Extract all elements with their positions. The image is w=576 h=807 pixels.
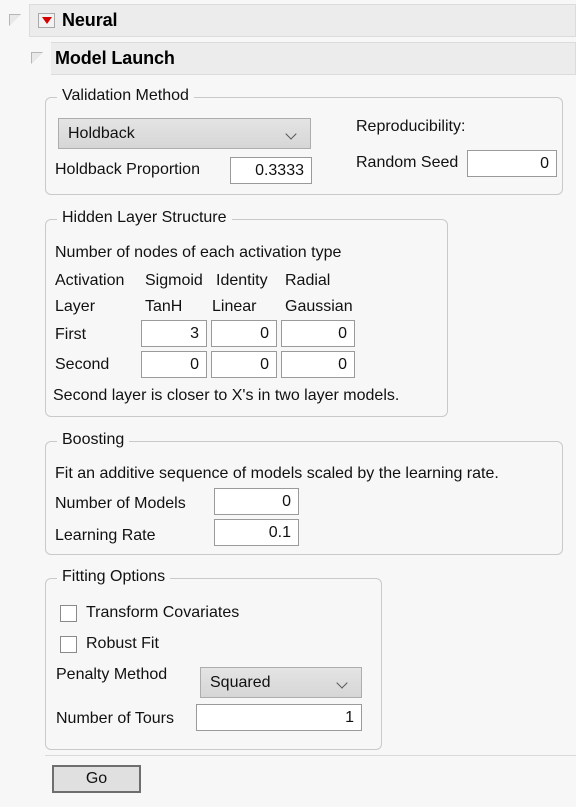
col-header-radial: Radial xyxy=(285,272,331,289)
holdback-proportion-label: Holdback Proportion xyxy=(55,161,200,178)
outliner-neural[interactable]: Neural xyxy=(0,4,576,37)
chevron-down-icon xyxy=(284,129,302,139)
validation-method-value: Holdback xyxy=(68,124,135,142)
number-of-tours-label: Number of Tours xyxy=(56,710,174,727)
checkbox-box-icon xyxy=(60,635,77,653)
row-label-first: First xyxy=(55,326,87,343)
transform-covariates-checkbox[interactable]: Transform Covariates xyxy=(60,604,239,622)
first-layer-tanh-input[interactable]: 3 xyxy=(141,320,207,347)
red-triangle-menu-icon[interactable] xyxy=(38,13,55,28)
penalty-method-select[interactable]: Squared xyxy=(200,667,362,698)
col-header-identity: Identity xyxy=(216,272,268,289)
col-header-tanh: TanH xyxy=(145,298,183,315)
learning-rate-label: Learning Rate xyxy=(55,527,156,544)
neural-title-bar: Neural xyxy=(29,4,576,37)
first-layer-linear-input[interactable]: 0 xyxy=(211,320,277,347)
footer-divider xyxy=(45,755,576,756)
number-of-tours-input[interactable]: 1 xyxy=(196,704,362,731)
col-header-linear: Linear xyxy=(212,298,257,315)
hidden-layer-description: Number of nodes of each activation type xyxy=(55,244,342,261)
robust-fit-label: Robust Fit xyxy=(86,635,159,652)
model-launch-title: Model Launch xyxy=(55,48,175,68)
model-launch-title-bar: Model Launch xyxy=(51,42,576,75)
number-of-models-label: Number of Models xyxy=(55,495,186,512)
transform-covariates-label: Transform Covariates xyxy=(86,604,240,621)
penalty-method-value: Squared xyxy=(210,673,271,691)
random-seed-label: Random Seed xyxy=(356,154,459,171)
holdback-proportion-input[interactable]: 0.3333 xyxy=(230,157,312,184)
col-header-sigmoid: Sigmoid xyxy=(145,272,203,289)
learning-rate-input[interactable]: 0.1 xyxy=(214,519,299,546)
reproducibility-label: Reproducibility: xyxy=(356,118,466,135)
boosting-description: Fit an additive sequence of models scale… xyxy=(55,465,499,482)
row-label-second: Second xyxy=(55,356,110,373)
fitting-options-legend: Fitting Options xyxy=(57,568,171,586)
disclosure-triangle-model-launch-icon[interactable] xyxy=(31,52,44,65)
second-layer-gaussian-input[interactable]: 0 xyxy=(281,351,355,378)
number-of-models-input[interactable]: 0 xyxy=(214,488,299,515)
random-seed-input[interactable]: 0 xyxy=(467,150,557,177)
neural-title: Neural xyxy=(62,10,118,30)
second-layer-linear-input[interactable]: 0 xyxy=(211,351,277,378)
chevron-down-icon xyxy=(335,678,353,688)
col-header-layer: Layer xyxy=(55,298,96,315)
penalty-method-label: Penalty Method xyxy=(56,666,168,683)
col-header-gaussian: Gaussian xyxy=(285,298,353,315)
boosting-legend: Boosting xyxy=(57,431,130,449)
col-header-activation: Activation xyxy=(55,272,125,289)
first-layer-gaussian-input[interactable]: 0 xyxy=(281,320,355,347)
robust-fit-checkbox[interactable]: Robust Fit xyxy=(60,635,159,653)
validation-method-legend: Validation Method xyxy=(57,87,194,105)
second-layer-tanh-input[interactable]: 0 xyxy=(141,351,207,378)
outliner-model-launch[interactable]: Model Launch xyxy=(22,42,576,75)
checkbox-box-icon xyxy=(60,604,77,622)
hidden-layer-footnote: Second layer is closer to X's in two lay… xyxy=(53,387,400,404)
disclosure-triangle-neural-icon[interactable] xyxy=(9,14,22,27)
hidden-layer-structure-legend: Hidden Layer Structure xyxy=(57,209,232,227)
validation-method-select[interactable]: Holdback xyxy=(58,118,311,149)
go-button[interactable]: Go xyxy=(52,765,141,793)
